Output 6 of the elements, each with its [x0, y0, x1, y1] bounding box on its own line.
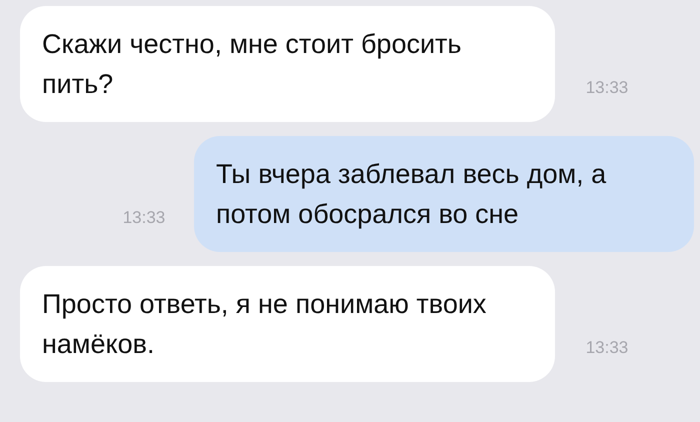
message-bubble: Скажи честно, мне стоит бросить пить?: [20, 6, 555, 122]
message-time: 13:33: [584, 336, 630, 358]
message-bubble: Просто ответь, я не понимаю твоих намёков.: [20, 266, 555, 382]
message-bubble: Ты вчера заблевал весь дом, а потом обосрался во сне: [194, 136, 694, 252]
message-time: 13:33: [584, 76, 630, 98]
message-time: 13:33: [122, 206, 166, 228]
